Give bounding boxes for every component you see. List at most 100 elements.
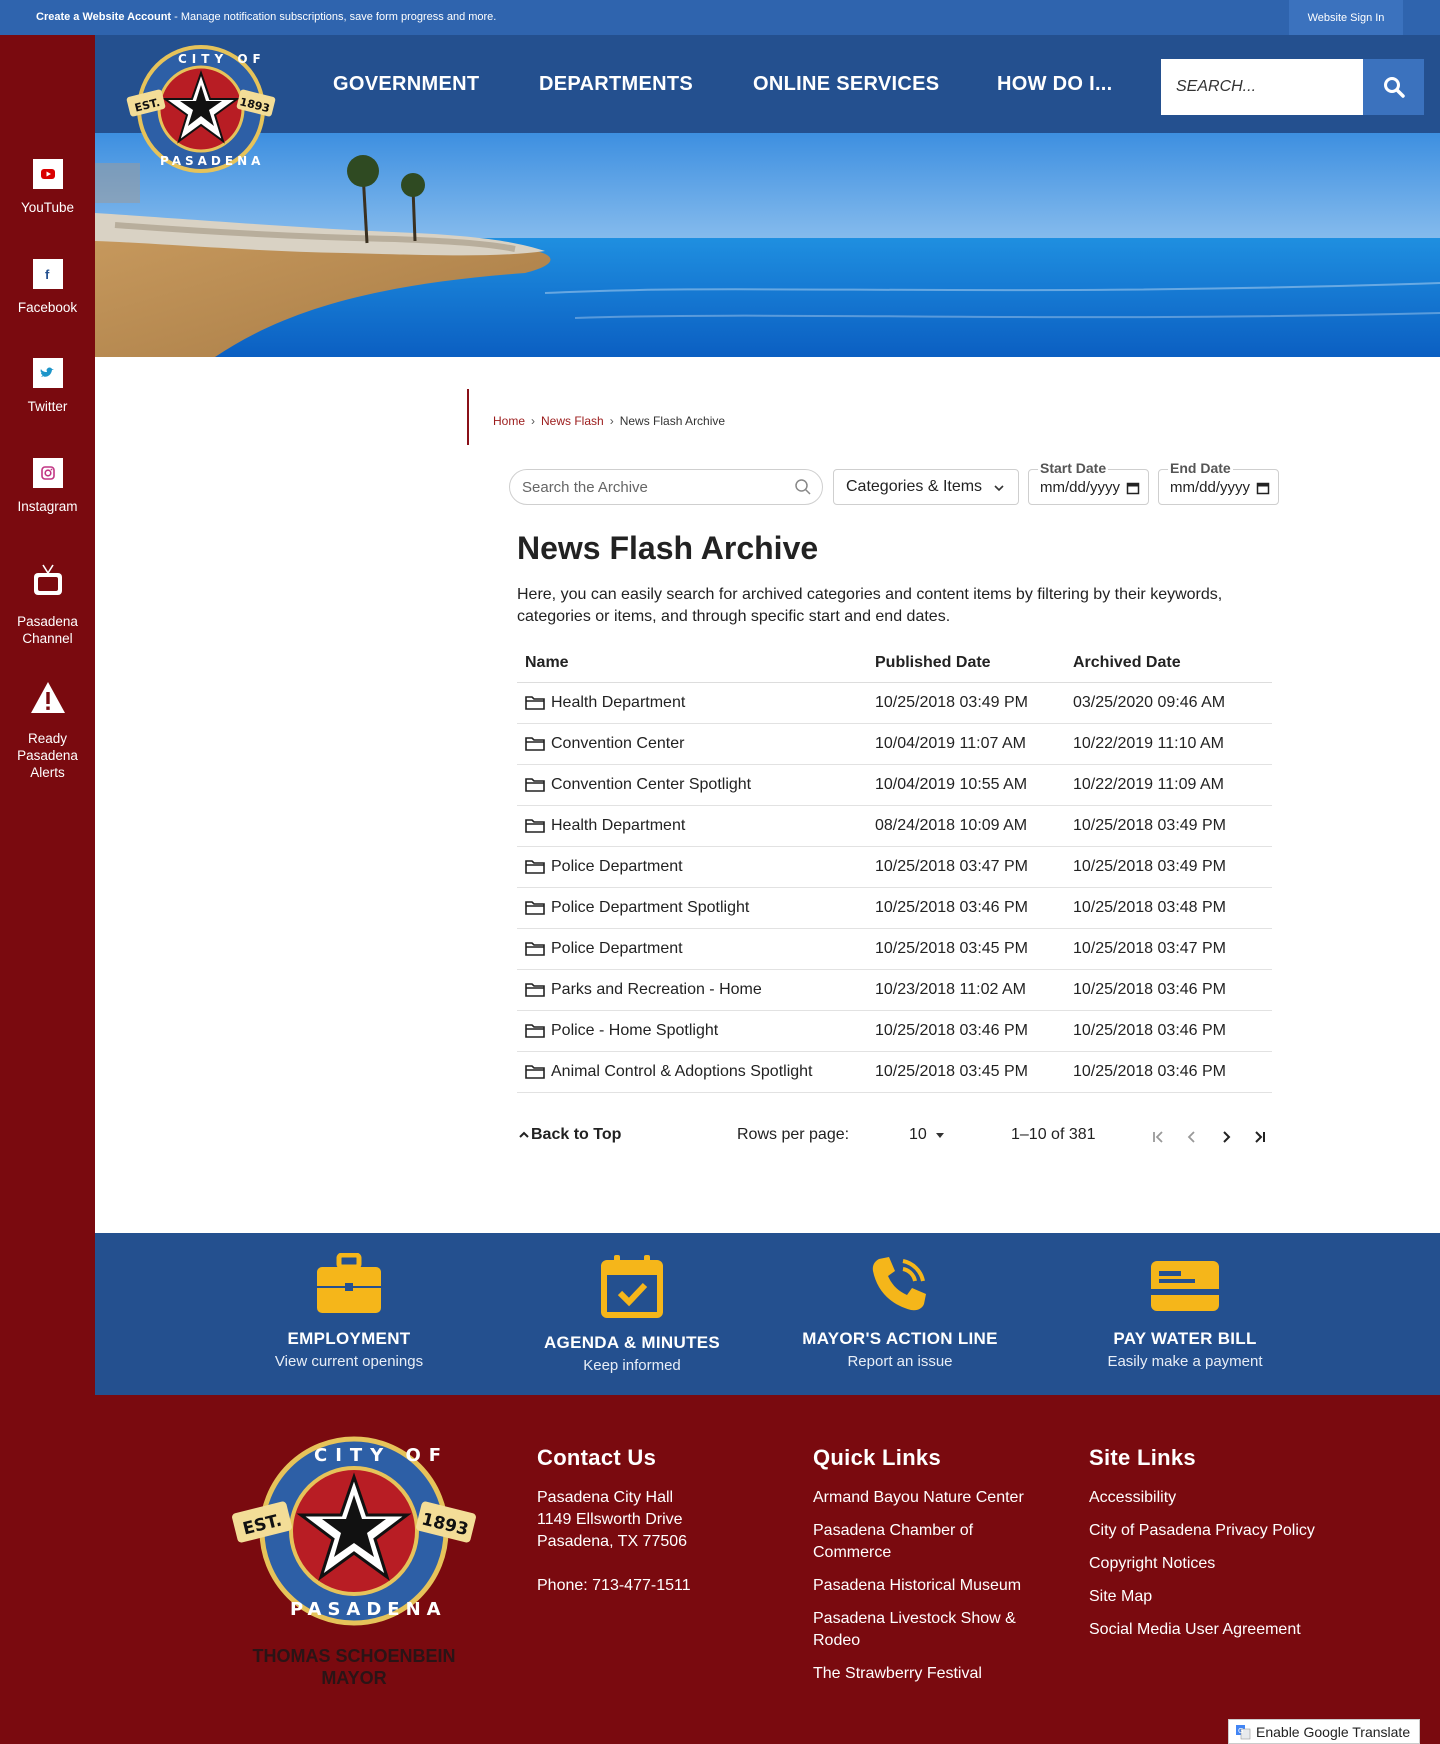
contact-phone[interactable]: Phone: 713-477-1511 [537,1575,691,1597]
nav-how-do-i[interactable]: HOW DO I... [997,73,1113,96]
site-link[interactable]: City of Pasadena Privacy Policy [1089,1520,1349,1542]
cell-published-date: 10/25/2018 03:47 PM [875,858,1029,875]
search-icon[interactable] [794,478,812,496]
search-icon [1383,77,1405,98]
social-youtube[interactable]: YouTube [0,159,95,216]
footer-city-seal-logo: EST. 1893 CITY OF PASADENA [232,1436,476,1626]
cell-name[interactable]: Animal Control & Adoptions Spotlight [517,1063,875,1081]
cell-name[interactable]: Police Department Spotlight [517,899,875,917]
cell-name[interactable]: Health Department [517,817,875,835]
archive-search-input[interactable]: Search the Archive [509,469,823,505]
social-label: Ready Pasadena Alerts [17,731,78,780]
social-twitter[interactable]: Twitter [0,358,95,415]
row-name[interactable]: Health Department [551,694,685,712]
cell-name[interactable]: Convention Center Spotlight [517,776,875,794]
social-label: Instagram [17,499,78,514]
cell-published-date: 10/04/2019 11:07 AM [875,735,1026,752]
social-ready-pasadena-alerts[interactable]: Ready Pasadena Alerts [0,678,95,781]
quick-link[interactable]: Pasadena Historical Museum [813,1575,1043,1597]
website-sign-in-button[interactable]: Website Sign In [1289,0,1403,35]
tile-employment[interactable]: EMPLOYMENT View current openings [199,1233,499,1370]
back-to-top-link[interactable]: Back to Top [517,1126,621,1144]
cell-name[interactable]: Health Department [517,694,875,712]
social-pasadena-channel[interactable]: Pasadena Channel [0,561,95,647]
table-row[interactable]: Convention Center 10/04/2019 11:07 AM 10/2… [517,724,1272,765]
cell-name[interactable]: Police Department [517,858,875,876]
column-header-archived[interactable]: Archived Date [1073,654,1271,672]
cell-published-date: 10/25/2018 03:45 PM [875,1063,1029,1080]
table-row[interactable]: Police Department Spotlight 10/25/2018 03… [517,888,1272,929]
row-name[interactable]: Police Department Spotlight [551,899,749,917]
breadcrumb-news-flash[interactable]: News Flash [541,414,604,428]
quick-link[interactable]: Armand Bayou Nature Center [813,1487,1043,1509]
cell-published-date: 10/25/2018 03:45 PM [875,940,1029,957]
folder-icon [525,1065,545,1079]
table-row[interactable]: Animal Control & Adoptions Spotlight 10/2… [517,1052,1272,1093]
google-translate-button[interactable]: G Enable Google Translate [1228,1719,1420,1744]
social-instagram[interactable]: Instagram [0,458,95,515]
cell-name[interactable]: Police Department [517,940,875,958]
site-link[interactable]: Site Map [1089,1586,1349,1608]
nav-online-services[interactable]: ONLINE SERVICES [753,73,939,96]
row-name[interactable]: Health Department [551,817,685,835]
folder-icon [525,778,545,792]
row-name[interactable]: Convention Center Spotlight [551,776,751,794]
nav-departments[interactable]: DEPARTMENTS [539,73,693,96]
row-name[interactable]: Police Department [551,940,683,958]
cell-archived-date: 10/25/2018 03:46 PM [1073,1022,1227,1039]
site-search-input[interactable]: SEARCH... [1161,59,1363,115]
calendar-icon[interactable] [1256,481,1270,495]
table-row[interactable]: Police Department 10/25/2018 03:47 PM 10/2… [517,847,1272,888]
row-name[interactable]: Police Department [551,858,683,876]
cell-name[interactable]: Convention Center [517,735,875,753]
quick-link[interactable]: Pasadena Chamber of Commerce [813,1520,1043,1564]
tile-mayors-action-line[interactable]: MAYOR'S ACTION LINE Report an issue [750,1233,1050,1370]
site-link[interactable]: Copyright Notices [1089,1553,1349,1575]
row-name[interactable]: Parks and Recreation - Home [551,981,762,999]
svg-text:G: G [1238,1727,1243,1735]
cell-name[interactable]: Parks and Recreation - Home [517,981,875,999]
first-page-button[interactable] [1146,1125,1170,1149]
last-page-button[interactable] [1248,1125,1272,1149]
column-header-name[interactable]: Name [517,654,875,672]
contact-line: Pasadena, TX 77506 [537,1533,688,1550]
table-row[interactable]: Police Department 10/25/2018 03:45 PM 10/2… [517,929,1272,970]
create-account-text: - Manage notification subscriptions, sav… [171,11,497,23]
quick-link[interactable]: The Strawberry Festival [813,1663,1043,1685]
row-name[interactable]: Convention Center [551,735,684,753]
column-header-published[interactable]: Published Date [875,654,1073,672]
calendar-icon[interactable] [1126,481,1140,495]
tile-pay-water-bill[interactable]: PAY WATER BILL Easily make a payment [1035,1233,1335,1370]
quick-link[interactable]: Pasadena Livestock Show & Rodeo [813,1608,1043,1652]
table-row[interactable]: Police - Home Spotlight 10/25/2018 03:46 … [517,1011,1272,1052]
cell-name[interactable]: Police - Home Spotlight [517,1022,875,1040]
row-name[interactable]: Animal Control & Adoptions Spotlight [551,1063,812,1081]
table-row[interactable]: Health Department 08/24/2018 10:09 AM 10/2… [517,806,1272,847]
end-date-input[interactable]: End Date mm/dd/yyyy [1158,460,1279,505]
rows-per-page-select[interactable]: 10 [909,1126,947,1144]
site-link[interactable]: Social Media User Agreement [1089,1619,1349,1641]
table-row[interactable]: Convention Center Spotlight 10/04/2019 10… [517,765,1272,806]
create-account-message[interactable]: Create a Website Account - Manage notifi… [36,11,496,23]
start-date-input[interactable]: Start Date mm/dd/yyyy [1028,460,1149,505]
breadcrumb-home[interactable]: Home [493,414,525,428]
site-search-button[interactable] [1363,59,1424,115]
table-row[interactable]: Parks and Recreation - Home 10/23/2018 11… [517,970,1272,1011]
table-row[interactable]: Health Department 10/25/2018 03:49 PM 03/2… [517,683,1272,724]
folder-icon [525,860,545,874]
tile-agenda-minutes[interactable]: AGENDA & MINUTES Keep informed [482,1233,782,1374]
google-translate-icon: G [1236,1724,1251,1739]
social-facebook[interactable]: f Facebook [0,259,95,316]
next-page-button[interactable] [1214,1125,1238,1149]
site-link[interactable]: Accessibility [1089,1487,1349,1509]
categories-dropdown[interactable]: Categories & Items [833,469,1019,505]
folder-icon [525,901,545,915]
row-name[interactable]: Police - Home Spotlight [551,1022,718,1040]
city-seal-logo[interactable]: EST. 1893 CITY OF PASADENA [118,43,284,175]
main-header: GOVERNMENT DEPARTMENTS ONLINE SERVICES H… [95,35,1440,133]
previous-page-button[interactable] [1180,1125,1204,1149]
beach-image [95,133,1440,357]
nav-government[interactable]: GOVERNMENT [333,73,479,96]
create-account-link[interactable]: Create a Website Account [36,11,171,23]
calendar-check-icon [601,1255,663,1318]
